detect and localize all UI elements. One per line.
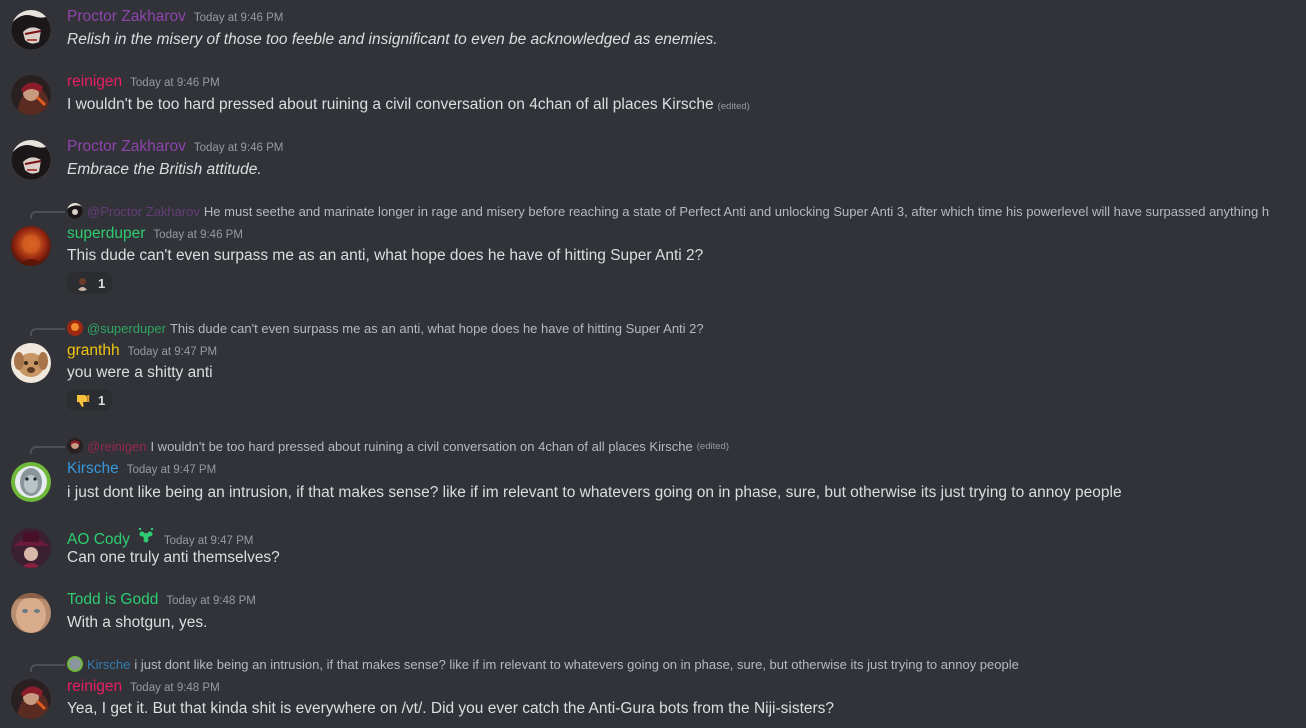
- timestamp: Today at 9:47 PM: [127, 346, 218, 358]
- reply-spine: [30, 211, 65, 219]
- message-text: I wouldn't be too hard pressed about rui…: [67, 96, 714, 113]
- username[interactable]: reinigen: [67, 73, 122, 91]
- avatar[interactable]: [11, 679, 51, 719]
- username[interactable]: reinigen: [67, 678, 122, 696]
- username[interactable]: Proctor Zakharov: [67, 138, 186, 156]
- reply-spine: [30, 328, 65, 336]
- reply-avatar: [67, 438, 83, 454]
- message-content: Yea, I get it. But that kinda shit is ev…: [67, 700, 835, 717]
- avatar[interactable]: [11, 140, 51, 180]
- reply-avatar: [67, 656, 83, 672]
- timestamp: Today at 9:46 PM: [193, 142, 284, 154]
- message-content: you were a shitty anti: [67, 364, 213, 381]
- message-item: @Proctor Zakharov He must seethe and mar…: [0, 200, 1306, 300]
- reply-text[interactable]: This dude can't even surpass me as an an…: [170, 321, 704, 336]
- reply-preview[interactable]: @Proctor Zakharov He must seethe and mar…: [30, 203, 1306, 219]
- message-item: Proctor Zakharov Today at 9:46 PM Relish…: [0, 0, 1306, 60]
- edited-marker: (edited): [717, 101, 750, 112]
- message-content: Relish in the misery of those too feeble…: [67, 31, 718, 48]
- message-content: i just dont like being an intrusion, if …: [67, 484, 1122, 501]
- message-content: With a shotgun, yes.: [67, 614, 208, 631]
- avatar[interactable]: [11, 343, 51, 383]
- reply-mention[interactable]: @reinigen: [87, 439, 146, 454]
- message-content: Can one truly anti themselves?: [67, 549, 280, 566]
- clover-badge-icon[interactable]: [136, 526, 156, 544]
- reply-text[interactable]: i just dont like being an intrusion, if …: [134, 657, 1019, 672]
- chat-message-list: Proctor Zakharov Today at 9:46 PM Relish…: [0, 0, 1306, 728]
- reply-mention[interactable]: @Proctor Zakharov: [87, 204, 200, 219]
- edited-marker: (edited): [696, 440, 729, 452]
- timestamp: Today at 9:48 PM: [130, 682, 220, 694]
- message-content: This dude can't even surpass me as an an…: [67, 247, 704, 264]
- username[interactable]: AO Cody: [67, 531, 130, 549]
- avatar[interactable]: [11, 10, 51, 50]
- reply-spine: [30, 446, 65, 454]
- reply-mention[interactable]: Kirsche: [87, 657, 130, 672]
- username[interactable]: granthh: [67, 342, 120, 360]
- timestamp: Today at 9:46 PM: [153, 229, 243, 241]
- avatar[interactable]: [11, 462, 51, 502]
- avatar[interactable]: [11, 593, 51, 633]
- message-item: Todd is Godd Today at 9:48 PM With a sho…: [0, 583, 1306, 643]
- reply-text[interactable]: I wouldn't be too hard pressed about rui…: [150, 439, 692, 454]
- reply-avatar: [67, 203, 83, 219]
- message-item: reinigen Today at 9:46 PM I wouldn't be …: [0, 65, 1306, 125]
- message-item: Proctor Zakharov Today at 9:46 PM Embrac…: [0, 130, 1306, 190]
- message-item: AO Cody Today at 9:47 PM Can one truly a…: [0, 518, 1306, 578]
- reply-spine: [30, 664, 65, 672]
- username[interactable]: Kirsche: [67, 460, 119, 478]
- reaction-count: 1: [98, 392, 106, 408]
- message-item: @reinigen I wouldn't be too hard pressed…: [0, 436, 1306, 514]
- person-emoji-icon: [75, 275, 90, 291]
- reply-preview[interactable]: Kirsche i just dont like being an intrus…: [30, 656, 1306, 672]
- message-content: I wouldn't be too hard pressed about rui…: [67, 96, 750, 114]
- avatar[interactable]: [11, 226, 51, 266]
- avatar[interactable]: [11, 528, 51, 568]
- reply-preview[interactable]: @reinigen I wouldn't be too hard pressed…: [30, 438, 1306, 454]
- timestamp: Today at 9:47 PM: [126, 464, 217, 476]
- message-item: @superduper This dude can't even surpass…: [0, 318, 1306, 418]
- reaction-pill[interactable]: 1: [67, 389, 112, 411]
- username[interactable]: Todd is Godd: [67, 591, 158, 609]
- reply-mention[interactable]: @superduper: [87, 321, 166, 336]
- avatar[interactable]: [11, 75, 51, 115]
- message-content: Embrace the British attitude.: [67, 161, 262, 178]
- username[interactable]: Proctor Zakharov: [67, 8, 186, 26]
- username[interactable]: superduper: [67, 225, 145, 243]
- message-item: Kirsche i just dont like being an intrus…: [0, 654, 1306, 728]
- timestamp: Today at 9:48 PM: [166, 595, 256, 607]
- timestamp: Today at 9:47 PM: [163, 535, 254, 547]
- reaction-pill[interactable]: 1: [67, 272, 112, 294]
- reply-text[interactable]: He must seethe and marinate longer in ra…: [204, 204, 1269, 219]
- timestamp: Today at 9:46 PM: [130, 77, 220, 89]
- reply-avatar: [67, 320, 83, 336]
- reaction-count: 1: [98, 275, 106, 291]
- thumbs-down-emoji-icon: [75, 393, 90, 408]
- timestamp: Today at 9:46 PM: [193, 12, 284, 24]
- reply-preview[interactable]: @superduper This dude can't even surpass…: [30, 320, 1306, 336]
